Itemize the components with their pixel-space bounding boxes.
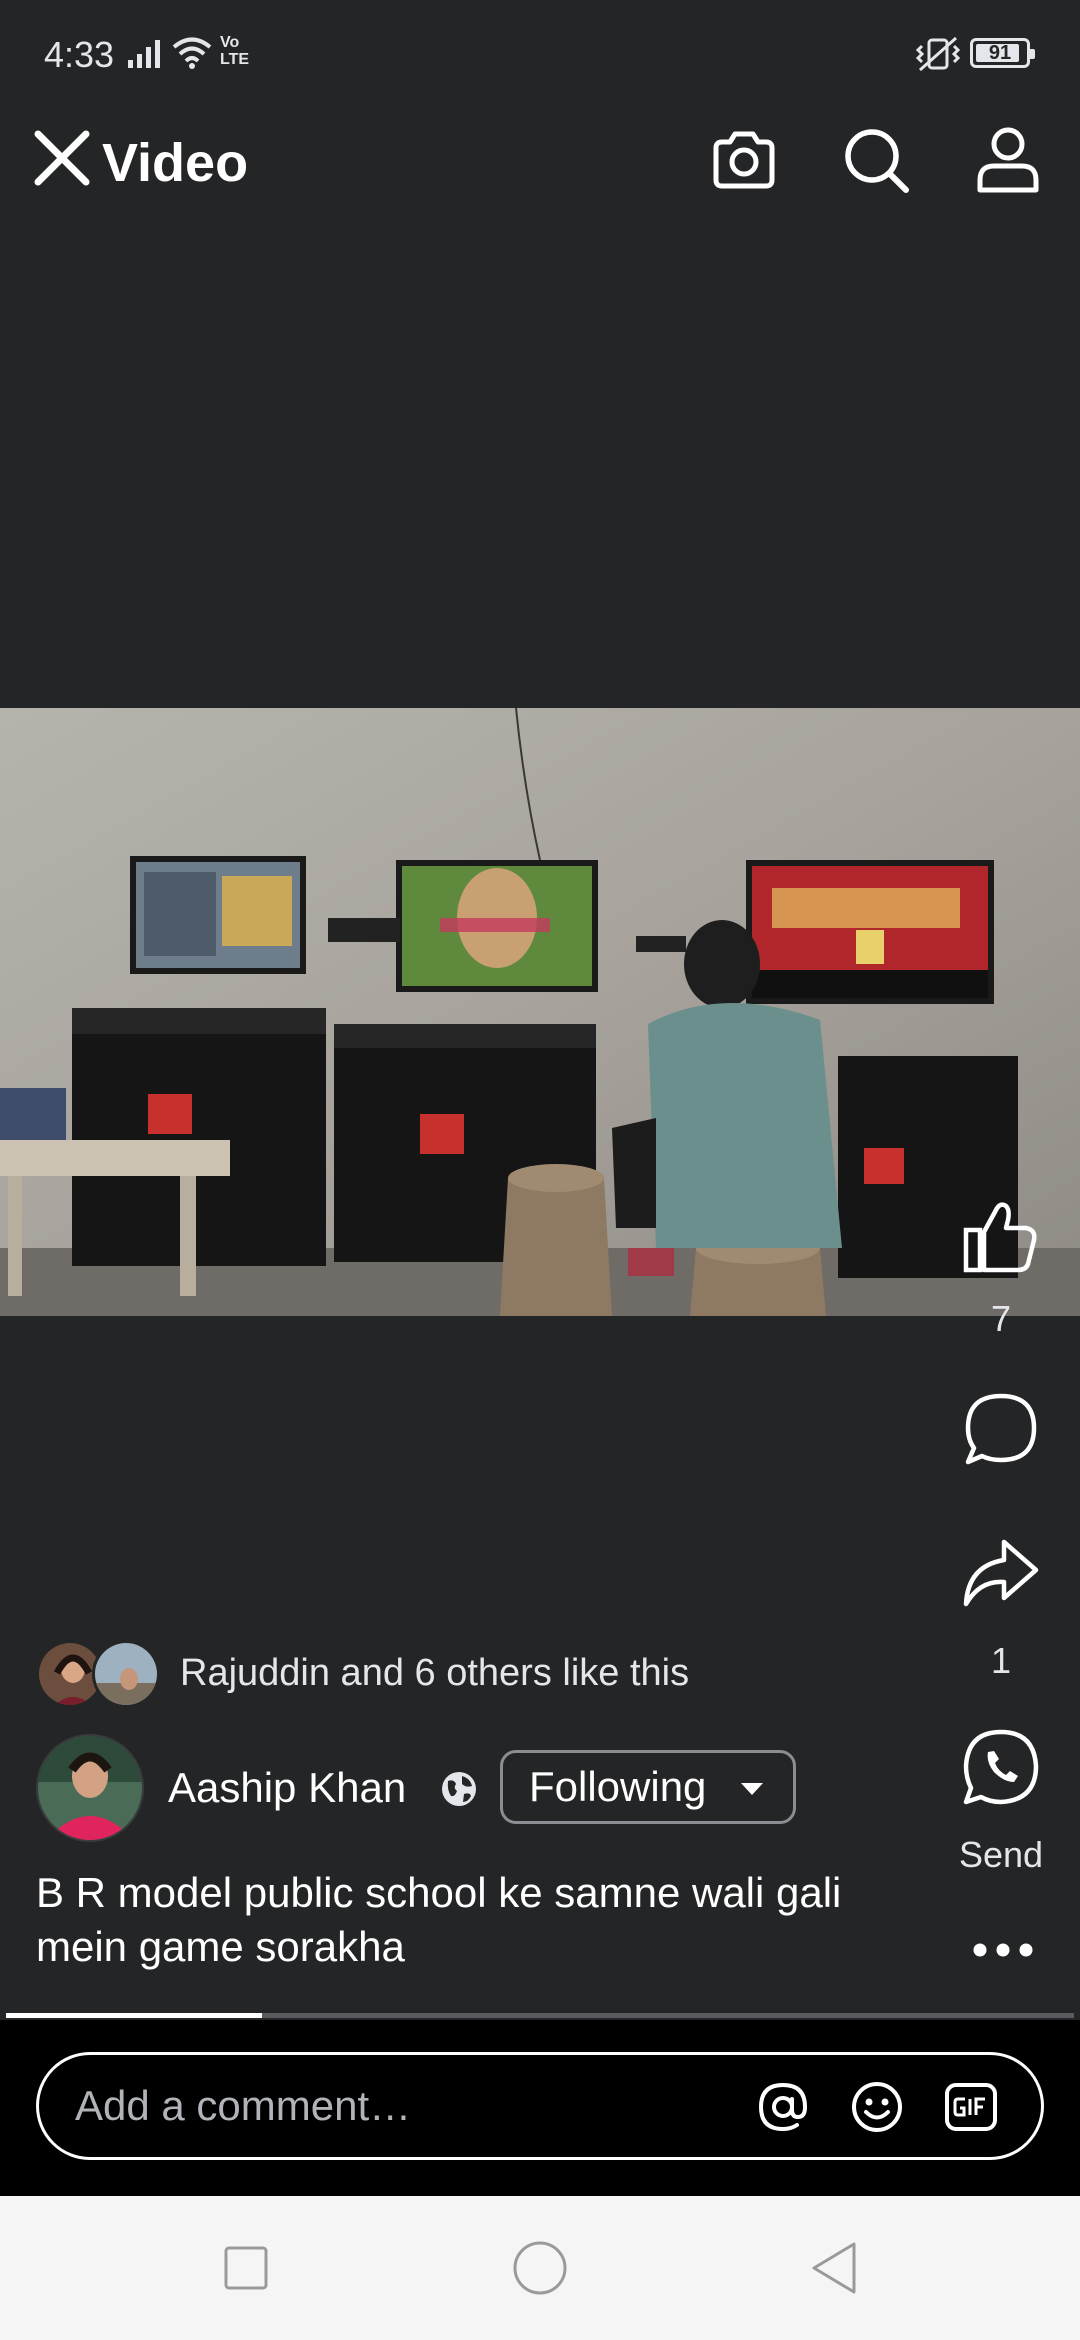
send-label[interactable]: Send — [920, 1834, 1080, 1876]
like-count: 7 — [990, 1298, 1012, 1339]
following-button[interactable]: Following — [500, 1750, 796, 1824]
battery-icon: 91 — [970, 38, 1035, 68]
share-count: 1 — [990, 1640, 1012, 1681]
home-button[interactable] — [510, 2238, 570, 2298]
recents-button[interactable] — [216, 2238, 276, 2298]
wifi-icon — [172, 37, 212, 69]
video-player[interactable] — [0, 708, 1080, 1316]
likes-summary[interactable]: Rajuddin and 6 others like this — [180, 1652, 689, 1695]
volte-indicator: Vo LTE — [220, 34, 250, 68]
whatsapp-icon[interactable] — [960, 1726, 1042, 1808]
status-time: 4:33 — [44, 34, 115, 75]
video-thumbnail — [0, 708, 1080, 1316]
like-button[interactable] — [960, 1196, 1042, 1278]
comment-button[interactable] — [960, 1388, 1042, 1470]
gif-icon[interactable] — [943, 2079, 999, 2135]
comment-input[interactable] — [75, 2055, 755, 2157]
search-icon[interactable] — [840, 124, 912, 196]
page-title: Video — [102, 133, 249, 193]
more-options-icon[interactable] — [968, 1930, 1038, 1970]
camera-icon[interactable] — [708, 124, 780, 196]
profile-icon[interactable] — [972, 124, 1044, 196]
system-nav-bar — [0, 2196, 1080, 2340]
video-progress-fill — [6, 2013, 263, 2018]
post-caption[interactable]: B R model public school ke samne wali ga… — [36, 1866, 896, 1974]
signal-icon — [128, 38, 164, 68]
share-button[interactable] — [960, 1532, 1042, 1614]
author-avatar[interactable] — [36, 1734, 144, 1842]
globe-icon — [442, 1772, 476, 1806]
author-name[interactable]: Aaship Khan — [168, 1764, 406, 1812]
vibrate-mute-icon — [916, 36, 960, 72]
back-button[interactable] — [804, 2238, 864, 2298]
avatar — [92, 1640, 160, 1708]
mention-icon[interactable] — [755, 2079, 811, 2135]
likers-avatars[interactable] — [36, 1640, 166, 1710]
video-progress-bar[interactable] — [6, 2013, 1074, 2018]
chevron-down-icon — [741, 1783, 763, 1795]
video-header: Video — [0, 104, 1080, 214]
close-button[interactable] — [32, 128, 92, 188]
comment-box[interactable] — [36, 2052, 1044, 2160]
emoji-icon[interactable] — [849, 2079, 905, 2135]
following-label: Following — [529, 1763, 707, 1810]
battery-percentage: 91 — [988, 42, 1012, 64]
status-bar: 4:33 Vo LTE 91 — [0, 0, 1080, 104]
comment-bar — [0, 2020, 1080, 2196]
